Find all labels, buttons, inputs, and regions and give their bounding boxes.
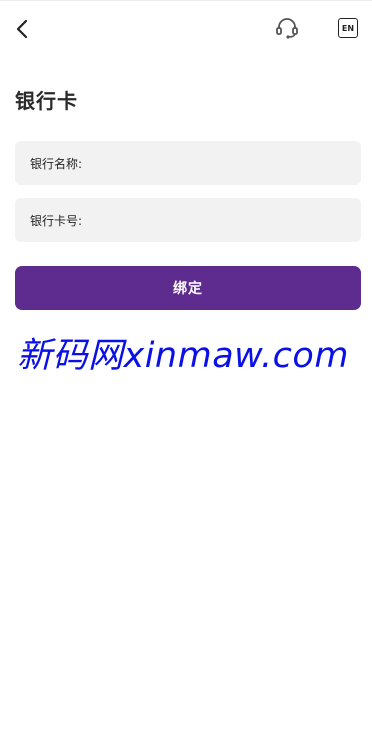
card-number-input[interactable] <box>82 198 361 242</box>
bank-name-input[interactable] <box>82 141 361 185</box>
top-bar: EN <box>0 1 372 57</box>
watermark-text: 新码网xinmaw.com <box>17 336 349 376</box>
language-label: EN <box>341 23 355 33</box>
chevron-left-icon <box>16 19 28 39</box>
bank-name-label: 银行名称: <box>30 156 83 171</box>
headset-icon <box>276 18 298 39</box>
bind-button[interactable]: 绑定 <box>15 266 361 310</box>
card-number-label: 银行卡号: <box>30 213 83 228</box>
bank-name-field[interactable]: 银行名称: <box>15 141 361 185</box>
card-number-field[interactable]: 银行卡号: <box>15 198 361 242</box>
language-switch-button[interactable]: EN <box>338 18 358 38</box>
back-button[interactable] <box>12 15 34 43</box>
customer-support-button[interactable] <box>274 15 300 41</box>
bank-card-page: EN 银行卡 银行名称: 银行卡号: 绑定 新码网xinmaw.com <box>0 0 372 751</box>
page-title: 银行卡 <box>15 89 78 113</box>
